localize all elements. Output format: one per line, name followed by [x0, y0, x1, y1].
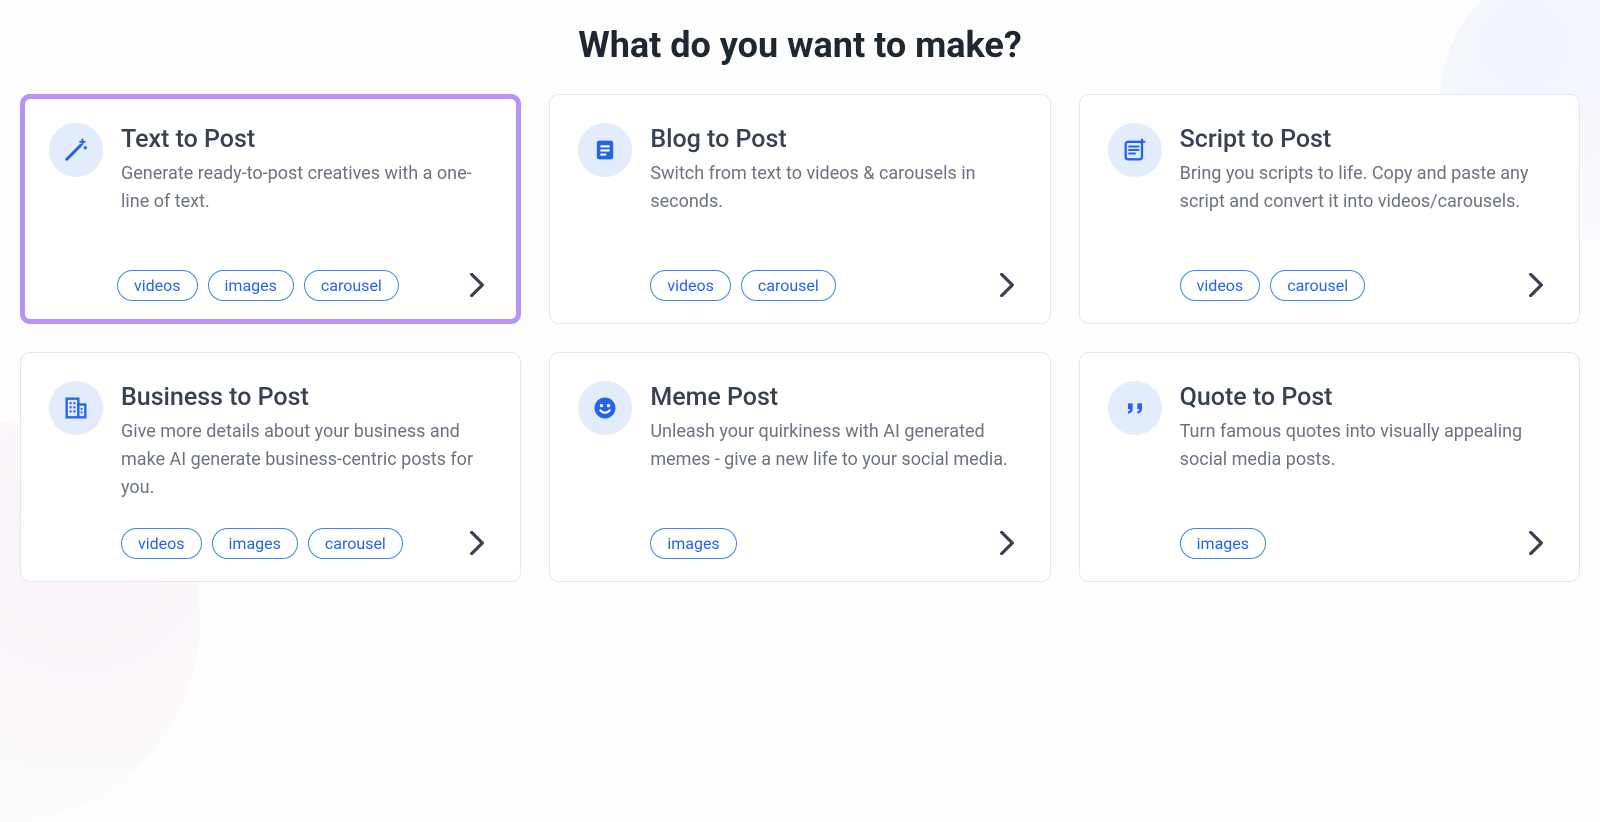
- card-header: Script to Post Bring you scripts to life…: [1108, 123, 1551, 252]
- card-title: Business to Post: [121, 383, 492, 412]
- card-title: Quote to Post: [1180, 383, 1551, 412]
- tag: images: [208, 270, 294, 301]
- card-title: Text to Post: [121, 125, 492, 154]
- script-icon: [1108, 123, 1162, 177]
- building-icon: [49, 381, 103, 435]
- card-header: Blog to Post Switch from text to videos …: [578, 123, 1021, 252]
- tag: carousel: [1270, 270, 1365, 301]
- tag: images: [650, 528, 736, 559]
- card-footer: videos images carousel: [49, 528, 492, 559]
- tag: videos: [117, 270, 198, 301]
- card-desc: Turn famous quotes into visually appeali…: [1180, 418, 1551, 474]
- card-business-to-post[interactable]: Business to Post Give more details about…: [20, 352, 521, 582]
- document-icon: [578, 123, 632, 177]
- card-footer: videos carousel: [1108, 270, 1551, 301]
- magic-wand-icon: [49, 123, 103, 177]
- tag: videos: [1180, 270, 1261, 301]
- card-text: Blog to Post Switch from text to videos …: [650, 123, 1021, 216]
- card-title: Meme Post: [650, 383, 1021, 412]
- card-script-to-post[interactable]: Script to Post Bring you scripts to life…: [1079, 94, 1580, 324]
- card-desc: Generate ready-to-post creatives with a …: [121, 160, 492, 216]
- tag-list: images: [1180, 528, 1266, 559]
- tag-list: videos carousel: [1180, 270, 1365, 301]
- card-text: Script to Post Bring you scripts to life…: [1180, 123, 1551, 216]
- card-text: Meme Post Unleash your quirkiness with A…: [650, 381, 1021, 474]
- card-blog-to-post[interactable]: Blog to Post Switch from text to videos …: [549, 94, 1050, 324]
- chevron-right-icon[interactable]: [1521, 270, 1551, 300]
- chevron-right-icon[interactable]: [992, 270, 1022, 300]
- card-desc: Bring you scripts to life. Copy and past…: [1180, 160, 1551, 216]
- card-text: Business to Post Give more details about…: [121, 381, 492, 502]
- card-title: Script to Post: [1180, 125, 1551, 154]
- chevron-right-icon[interactable]: [462, 270, 492, 300]
- card-grid: Text to Post Generate ready-to-post crea…: [20, 94, 1580, 582]
- card-header: Meme Post Unleash your quirkiness with A…: [578, 381, 1021, 510]
- tag-list: videos images carousel: [121, 528, 403, 559]
- card-header: Business to Post Give more details about…: [49, 381, 492, 510]
- tag-list: images: [650, 528, 736, 559]
- card-desc: Unleash your quirkiness with AI generate…: [650, 418, 1021, 474]
- card-footer: videos carousel: [578, 270, 1021, 301]
- card-quote-to-post[interactable]: Quote to Post Turn famous quotes into vi…: [1079, 352, 1580, 582]
- card-header: Quote to Post Turn famous quotes into vi…: [1108, 381, 1551, 510]
- tag: videos: [650, 270, 731, 301]
- tag: videos: [121, 528, 202, 559]
- page-title: What do you want to make?: [20, 24, 1580, 66]
- chevron-right-icon[interactable]: [462, 528, 492, 558]
- card-title: Blog to Post: [650, 125, 1021, 154]
- quote-icon: [1108, 381, 1162, 435]
- card-text: Quote to Post Turn famous quotes into vi…: [1180, 381, 1551, 474]
- card-desc: Give more details about your business an…: [121, 418, 492, 502]
- card-meme-post[interactable]: Meme Post Unleash your quirkiness with A…: [549, 352, 1050, 582]
- card-footer: images: [1108, 528, 1551, 559]
- tag: carousel: [741, 270, 836, 301]
- tag: images: [212, 528, 298, 559]
- tag-list: videos images carousel: [117, 270, 399, 301]
- card-desc: Switch from text to videos & carousels i…: [650, 160, 1021, 216]
- smile-icon: [578, 381, 632, 435]
- card-footer: videos images carousel: [49, 270, 492, 301]
- tag: images: [1180, 528, 1266, 559]
- card-text-to-post[interactable]: Text to Post Generate ready-to-post crea…: [20, 94, 521, 324]
- card-header: Text to Post Generate ready-to-post crea…: [49, 123, 492, 252]
- chevron-right-icon[interactable]: [992, 528, 1022, 558]
- chevron-right-icon[interactable]: [1521, 528, 1551, 558]
- tag-list: videos carousel: [650, 270, 835, 301]
- tag: carousel: [304, 270, 399, 301]
- tag: carousel: [308, 528, 403, 559]
- card-footer: images: [578, 528, 1021, 559]
- card-text: Text to Post Generate ready-to-post crea…: [121, 123, 492, 216]
